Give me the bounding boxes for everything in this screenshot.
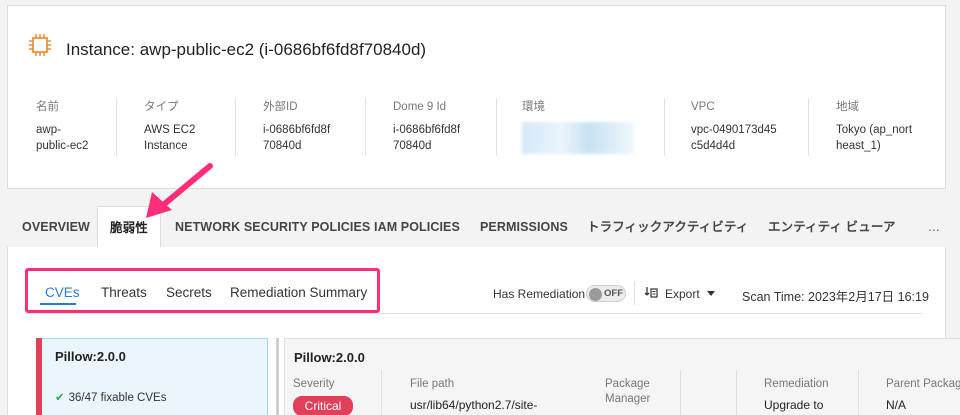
subtab-threats[interactable]: Threats xyxy=(101,285,147,300)
field-label: Dome 9 Id xyxy=(393,101,447,113)
field-value: i-0686bf6fd8f 70840d xyxy=(263,124,331,152)
export-button[interactable]: Export xyxy=(665,287,700,301)
column-divider xyxy=(736,370,737,415)
field-label: 地域 xyxy=(836,101,859,113)
toggle-state: OFF xyxy=(604,288,623,299)
severity-label: Severity xyxy=(293,378,335,390)
tab-iam-policies[interactable]: IAM POLICIES xyxy=(374,206,460,248)
field-value: Tokyo (ap_nort heast_1) xyxy=(836,124,913,152)
field-external-id: 外部ID i-0686bf6fd8f 70840d xyxy=(263,99,330,154)
fixable-cves-label: 36/47 fixable CVEs xyxy=(68,392,167,404)
tab-permissions[interactable]: PERMISSIONS xyxy=(480,206,568,248)
check-icon: ✔ xyxy=(55,392,65,404)
detail-package-name: Pillow:2.0.0 xyxy=(294,350,365,365)
subtab-remediation-summary[interactable]: Remediation Summary xyxy=(230,285,367,300)
tab-traffic-activity[interactable]: トラフィックアクティビティ xyxy=(587,206,748,248)
remediation-value: Upgrade to xyxy=(764,398,824,412)
column-divider xyxy=(680,370,681,415)
field-region: 地域 Tokyo (ap_nort heast_1) xyxy=(836,99,912,154)
redacted-value xyxy=(522,122,634,154)
divider xyxy=(496,98,497,156)
subtab-cves[interactable]: CVEs xyxy=(45,285,80,300)
subtabs-divider xyxy=(25,313,922,314)
divider xyxy=(235,98,236,156)
severity-bar xyxy=(36,338,42,415)
divider xyxy=(116,98,117,156)
scan-time: Scan Time: 2023年2月17日 16:19 xyxy=(742,290,929,304)
instance-title: Instance: awp-public-ec2 (i-0686bf6fd8f7… xyxy=(66,40,427,59)
fixable-cves: ✔ 36/47 fixable CVEs xyxy=(55,390,166,404)
subtab-secrets[interactable]: Secrets xyxy=(166,285,212,300)
field-label: VPC xyxy=(691,101,715,113)
tab-entity-viewer[interactable]: エンティティ ビューア xyxy=(768,206,896,248)
field-value: awp- public-ec2 xyxy=(36,124,89,152)
list-scrollbar[interactable] xyxy=(276,338,279,415)
severity-badge: Critical xyxy=(293,396,353,415)
tab-overview[interactable]: OVERVIEW xyxy=(22,206,90,248)
filepath-label: File path xyxy=(410,378,455,390)
column-divider xyxy=(858,370,859,415)
field-label: 外部ID xyxy=(263,101,298,113)
field-label: 環境 xyxy=(522,101,545,113)
annotation-arrow xyxy=(146,163,213,218)
divider xyxy=(365,98,366,156)
field-dome9-id: Dome 9 Id i-0686bf6fd8f 70840d xyxy=(393,99,460,154)
remediation-label: Remediation xyxy=(764,378,829,390)
subtab-active-underline xyxy=(40,303,76,305)
field-type: タイプ AWS EC2 Instance xyxy=(144,99,195,154)
has-remediation-toggle[interactable]: OFF xyxy=(586,285,626,302)
field-name: 名前 awp- public-ec2 xyxy=(36,99,88,154)
package-manager-label: Package Manager xyxy=(605,378,651,405)
package-name: Pillow:2.0.0 xyxy=(55,349,126,364)
field-vpc: VPC vpc-0490173d45 c5d4d4d xyxy=(691,99,777,154)
more-tabs-icon[interactable]: ... xyxy=(928,206,940,248)
field-value: i-0686bf6fd8f 70840d xyxy=(393,124,461,152)
chevron-down-icon[interactable] xyxy=(707,291,715,296)
chip-icon xyxy=(29,34,51,56)
has-remediation-label: Has Remediation xyxy=(493,287,586,301)
column-divider xyxy=(381,370,382,415)
parent-package-value: N/A xyxy=(886,398,907,412)
toolbar-divider xyxy=(634,281,635,305)
field-value: vpc-0490173d45 c5d4d4d xyxy=(691,124,777,152)
field-label: 名前 xyxy=(36,101,59,113)
divider xyxy=(808,98,809,156)
field-label: タイプ xyxy=(144,101,179,113)
field-value: AWS EC2 Instance xyxy=(144,124,196,152)
field-environment: 環境 xyxy=(522,99,634,154)
divider xyxy=(664,98,665,156)
toggle-knob xyxy=(589,287,602,301)
filepath-value: usr/lib64/python2.7/site- xyxy=(410,398,538,412)
export-icon[interactable] xyxy=(644,285,658,299)
parent-package-label: Parent Package xyxy=(886,378,960,390)
